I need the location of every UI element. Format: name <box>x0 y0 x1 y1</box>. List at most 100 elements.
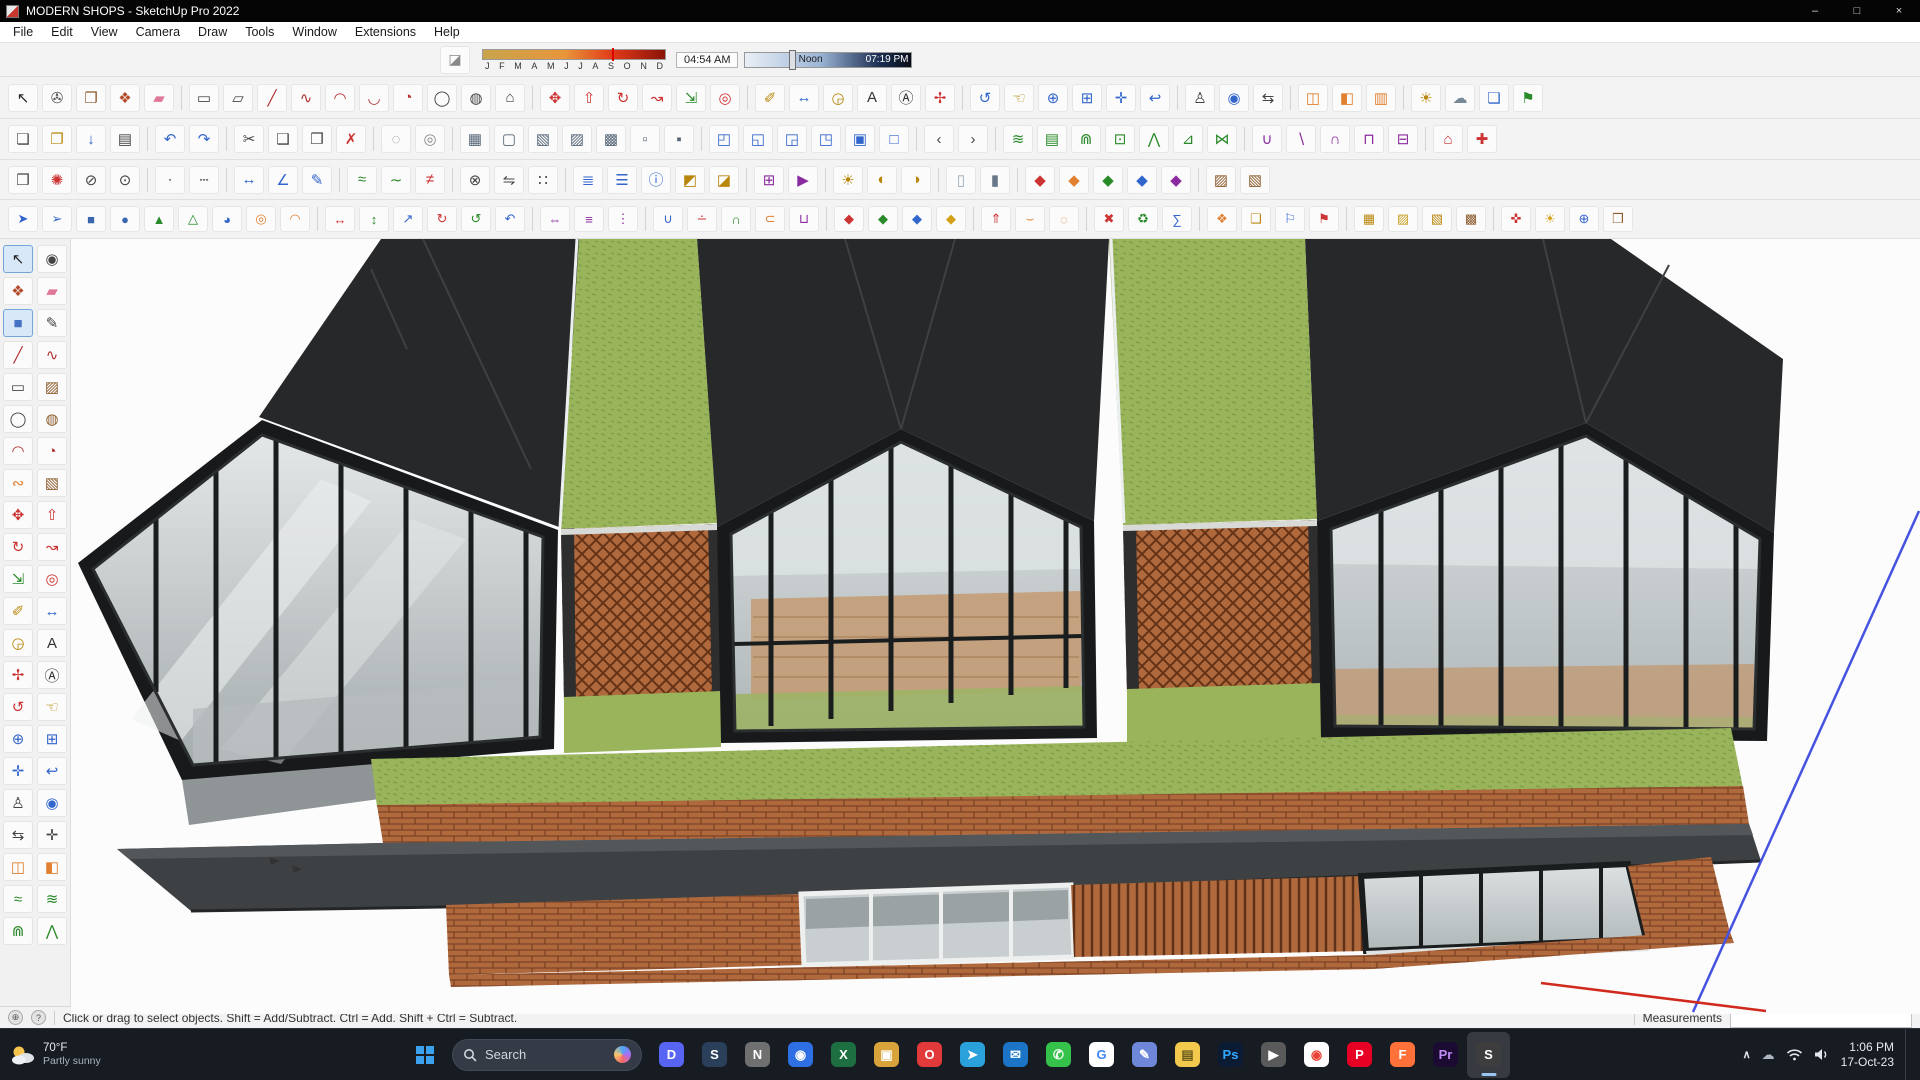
tool-open-icon[interactable]: ❐ <box>42 125 72 153</box>
tool-align-icon[interactable]: ≡ <box>574 206 604 232</box>
shadow-date-bar[interactable] <box>482 47 666 61</box>
tool-select-icon[interactable]: ↖ <box>3 245 33 273</box>
tool-look-around-icon[interactable]: ◉ <box>1219 83 1249 112</box>
menu-file[interactable]: File <box>4 25 42 39</box>
tool-swatch-green-icon[interactable]: ◆ <box>868 206 898 232</box>
tool-shell-icon[interactable]: ◌ <box>1049 206 1079 232</box>
wifi-icon[interactable] <box>1786 1048 1803 1061</box>
tool-drape-icon[interactable]: ⋀ <box>37 917 67 945</box>
tool-move-icon[interactable]: ✥ <box>3 501 33 529</box>
app-firefox[interactable]: F <box>1381 1032 1424 1078</box>
tool-from-scratch-icon[interactable]: ▤ <box>1037 125 1067 153</box>
tool-distribute-icon[interactable]: ⋮ <box>608 206 638 232</box>
app-pinterest[interactable]: P <box>1338 1032 1381 1078</box>
tool-draw-pyramid-icon[interactable]: △ <box>178 206 208 232</box>
tool-entity-info-icon[interactable]: ⓘ <box>641 165 671 194</box>
tool-component-browser-icon[interactable]: ❒ <box>1603 206 1633 232</box>
tool-style-sketchy-icon[interactable]: ◆ <box>1025 165 1055 194</box>
tool-zoom-window-icon[interactable]: ⊞ <box>37 725 67 753</box>
tool-paint-bucket-icon[interactable]: ❖ <box>110 83 140 112</box>
tool-offset-icon[interactable]: ◎ <box>710 83 740 112</box>
app-opera[interactable]: O <box>908 1032 951 1078</box>
tool-hidden-line-icon[interactable]: ▢ <box>494 125 524 153</box>
tool-scale-icon[interactable]: ⇲ <box>676 83 706 112</box>
tool-follow-me-icon[interactable]: ↝ <box>642 83 672 112</box>
3d-viewport[interactable] <box>71 239 1920 1014</box>
tool-orbit-icon[interactable]: ↺ <box>3 693 33 721</box>
tool-section-fill-icon[interactable]: ◧ <box>37 853 67 881</box>
tool-unlock-icon[interactable]: ⊙ <box>110 165 140 194</box>
tool-section-fill-icon[interactable]: ◧ <box>1332 83 1362 112</box>
tool-circle-filled-icon[interactable]: ◍ <box>37 405 67 433</box>
tool-solid-subtract-icon[interactable]: ∖ <box>1286 125 1316 153</box>
tool-view-back-icon[interactable]: ▣ <box>845 125 875 153</box>
tool-rotate-z-icon[interactable]: ↶ <box>495 206 525 232</box>
tool-trim-icon[interactable]: ⊂ <box>755 206 785 232</box>
tool-shadow-earlier-icon[interactable]: ◐ <box>867 165 897 194</box>
tool-pencil-icon[interactable]: ✎ <box>37 309 67 337</box>
tool-pan-camera-icon[interactable]: ✛ <box>37 821 67 849</box>
tool-arc-icon[interactable]: ◠ <box>3 437 33 465</box>
shadow-settings-icon[interactable]: ◪ <box>440 45 470 74</box>
tool-view-left-icon[interactable]: □ <box>879 125 909 153</box>
tool-from-contours-icon[interactable]: ≋ <box>1003 125 1033 153</box>
tool-eraser-icon[interactable]: ▰ <box>37 277 67 305</box>
tool-position-camera-icon[interactable]: ♙ <box>3 789 33 817</box>
tool-wireframe-icon[interactable]: ▦ <box>460 125 490 153</box>
tool-unsoften-icon[interactable]: ≠ <box>415 165 445 194</box>
tool-tags-icon[interactable]: ≣ <box>573 165 603 194</box>
tool-look-around-icon[interactable]: ◉ <box>37 789 67 817</box>
tool-push-pull-icon[interactable]: ⇧ <box>574 83 604 112</box>
tool-make-group-icon[interactable]: ❒ <box>8 165 38 194</box>
tool-rotate-icon[interactable]: ↻ <box>608 83 638 112</box>
app-photoshop[interactable]: Ps <box>1209 1032 1252 1078</box>
tool-rectangle-icon[interactable]: ▭ <box>3 373 33 401</box>
menu-camera[interactable]: Camera <box>127 25 189 39</box>
tool-subtract-icon[interactable]: ∸ <box>687 206 717 232</box>
tool-bucket-orange-icon[interactable]: ❖ <box>1207 206 1237 232</box>
tool-move-z-icon[interactable]: ↗ <box>393 206 423 232</box>
app-chrome[interactable]: ◉ <box>1295 1032 1338 1078</box>
tool-delete-selected-icon[interactable]: ✖ <box>1094 206 1124 232</box>
tool-pie-icon[interactable]: ◔ <box>37 437 67 465</box>
tool-ellipse-icon[interactable]: ◍ <box>461 83 491 112</box>
tool-smoove-icon[interactable]: ⋒ <box>1071 125 1101 153</box>
tool-protractor-icon[interactable]: ◶ <box>823 83 853 112</box>
tool-move-y-icon[interactable]: ↕ <box>359 206 389 232</box>
tool-three-d-text-icon[interactable]: Ⓐ <box>37 661 67 689</box>
tool-shaded-icon[interactable]: ▧ <box>528 125 558 153</box>
tool-model-statistics-icon[interactable]: ∑ <box>1162 206 1192 232</box>
tool-swatch-yellow-icon[interactable]: ◆ <box>936 206 966 232</box>
tool-zoom-extents-icon[interactable]: ✛ <box>1106 83 1136 112</box>
tool-arc-icon[interactable]: ◠ <box>325 83 355 112</box>
app-telegram[interactable]: ➤ <box>951 1032 994 1078</box>
tool-section-plane-icon[interactable]: ◫ <box>1298 83 1328 112</box>
tool-x-ray-icon[interactable]: ▫ <box>630 125 660 153</box>
app-media-player[interactable]: ▶ <box>1252 1032 1295 1078</box>
tool-north-arrow-icon[interactable]: ✜ <box>1501 206 1531 232</box>
tool-section-plane-icon[interactable]: ◫ <box>3 853 33 881</box>
app-photos[interactable]: ◉ <box>779 1032 822 1078</box>
tool-previous-scene-icon[interactable]: ‹ <box>924 125 954 153</box>
tool-round-corner-icon[interactable]: ⌣ <box>1015 206 1045 232</box>
tool-intersect-icon[interactable]: ∩ <box>721 206 751 232</box>
tool-dimension-angular-icon[interactable]: ∠ <box>268 165 298 194</box>
tool-union-icon[interactable]: ∪ <box>653 206 683 232</box>
tool-extension-warehouse-icon[interactable]: ✚ <box>1467 125 1497 153</box>
tool-grid-icon[interactable]: ▦ <box>1354 206 1384 232</box>
hidden-icons-chevron-icon[interactable]: ∧ <box>1743 1048 1751 1061</box>
tool-rectangle-icon[interactable]: ▭ <box>189 83 219 112</box>
maximize-button[interactable]: □ <box>1836 0 1878 22</box>
tool-zoom-extents-icon[interactable]: ✛ <box>3 757 33 785</box>
menu-view[interactable]: View <box>82 25 127 39</box>
tool-text-icon[interactable]: A <box>857 83 887 112</box>
tool-tape-measure-icon[interactable]: ✐ <box>755 83 785 112</box>
menu-help[interactable]: Help <box>425 25 469 39</box>
tool-flag-red-icon[interactable]: ⚑ <box>1309 206 1339 232</box>
start-button[interactable] <box>408 1038 442 1072</box>
tool-axes-icon[interactable]: ✢ <box>925 83 955 112</box>
tool-protractor-icon[interactable]: ◶ <box>3 629 33 657</box>
tool-freehand-icon[interactable]: ∿ <box>291 83 321 112</box>
tool-rotate-icon[interactable]: ↻ <box>3 533 33 561</box>
tool-section-display-icon[interactable]: ▥ <box>1366 83 1396 112</box>
